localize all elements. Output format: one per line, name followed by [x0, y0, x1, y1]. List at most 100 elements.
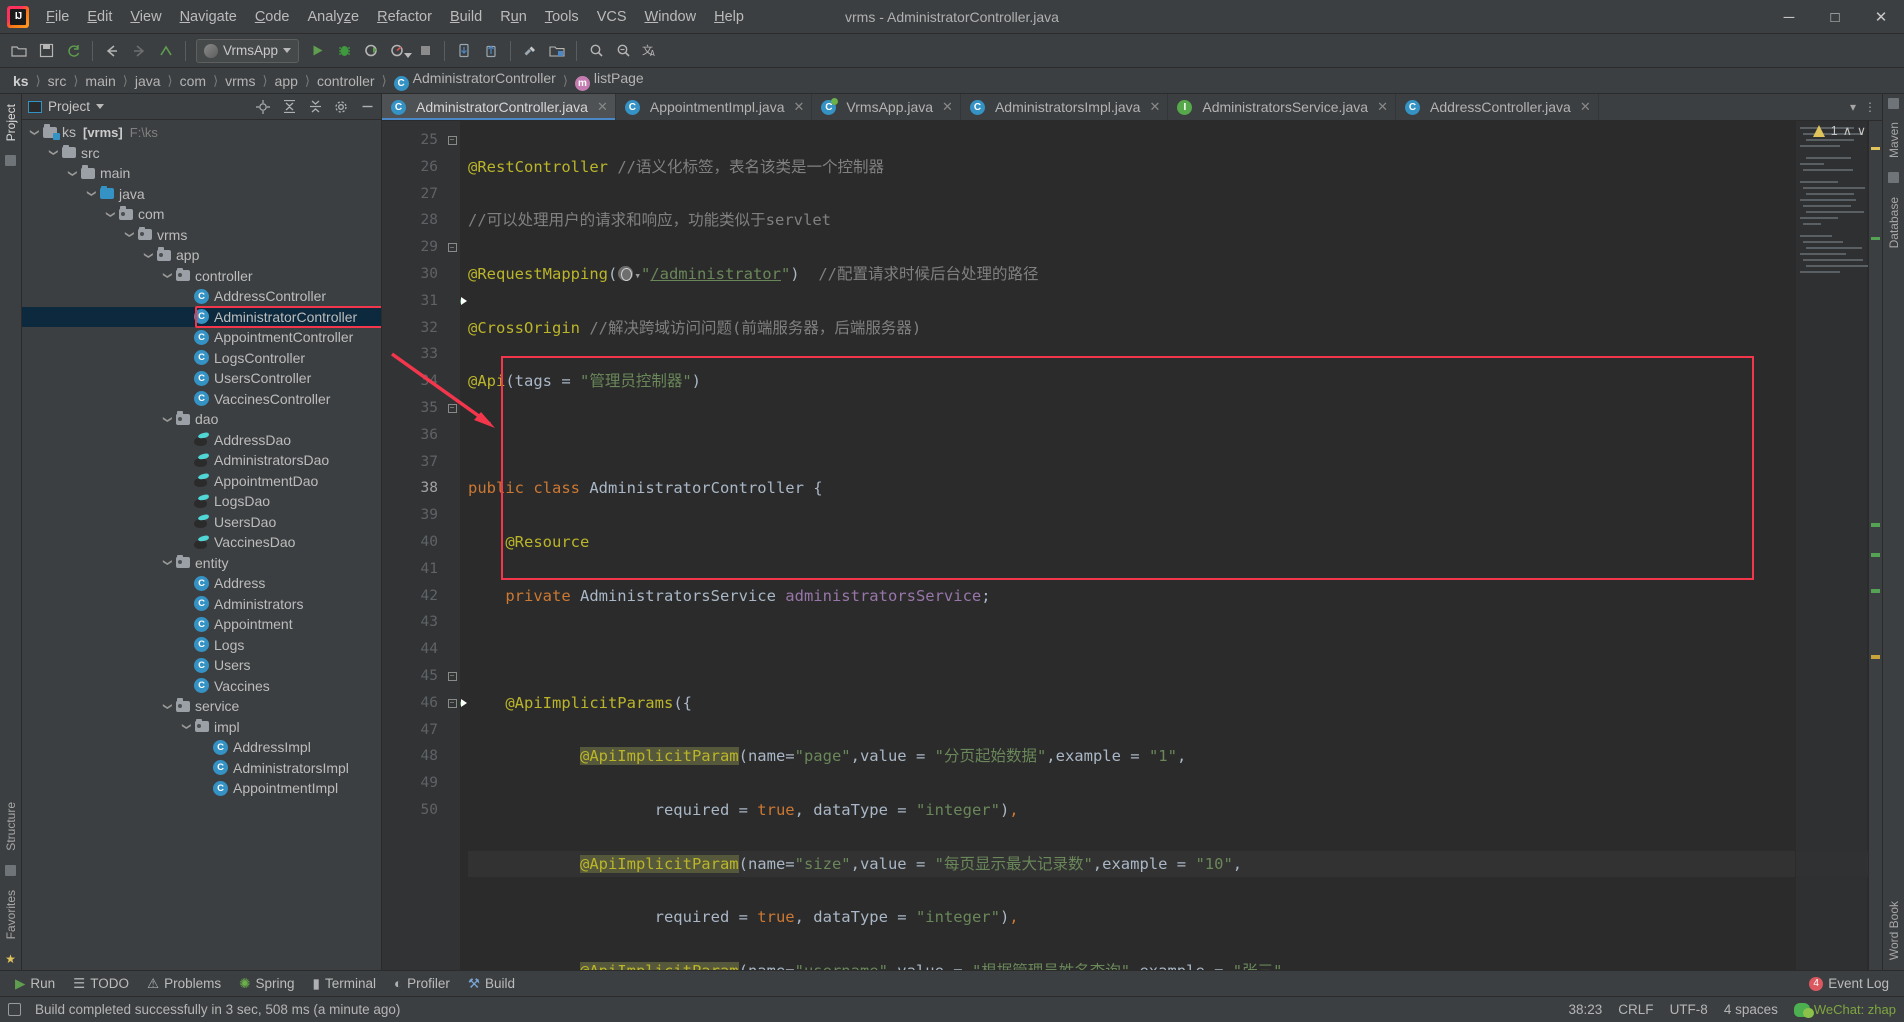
- tree-item-AppointmentDao[interactable]: AppointmentDao: [22, 471, 381, 492]
- bottom-tab-event-log[interactable]: 4 Event Log: [1800, 974, 1898, 993]
- close-icon[interactable]: ✕: [597, 99, 608, 115]
- close-icon[interactable]: ✕: [942, 99, 953, 115]
- bottom-tab-terminal[interactable]: ▮ Terminal: [304, 974, 385, 994]
- tool-window-favorites[interactable]: Favorites: [2, 884, 20, 945]
- tree-item-VaccinesController[interactable]: C VaccinesController: [22, 389, 381, 410]
- expand-all-icon[interactable]: [281, 99, 297, 115]
- breadcrumb-item-ks[interactable]: ks: [10, 72, 32, 90]
- minimize-button[interactable]: ─: [1766, 0, 1812, 34]
- menu-vcs[interactable]: VCS: [588, 4, 636, 30]
- tree-item-LogsDao[interactable]: LogsDao: [22, 491, 381, 512]
- close-button[interactable]: ✕: [1858, 0, 1904, 34]
- tree-item-AdministratorsImpl[interactable]: C AdministratorsImpl: [22, 758, 381, 779]
- close-icon[interactable]: ✕: [1377, 99, 1388, 115]
- bottom-tab-problems[interactable]: ⚠ Problems: [138, 974, 230, 994]
- tab-AdministratorsImpl[interactable]: C AdministratorsImpl.java ✕: [961, 94, 1169, 120]
- status-info-icon[interactable]: [8, 1003, 21, 1016]
- bottom-tab-run[interactable]: ▶ Run: [6, 974, 64, 994]
- menu-code[interactable]: Code: [246, 4, 299, 30]
- tool-window-database[interactable]: Database: [1885, 191, 1903, 254]
- breadcrumb-item-controller[interactable]: controller: [314, 72, 378, 90]
- tool-window-project[interactable]: Project: [2, 98, 20, 147]
- run-button[interactable]: [304, 38, 330, 64]
- chevron-down-icon[interactable]: ❯: [105, 208, 116, 221]
- chevron-down-icon[interactable]: ❯: [162, 700, 173, 713]
- fold-collapse-icon[interactable]: −: [444, 127, 460, 154]
- fold-collapse-icon[interactable]: −: [444, 663, 460, 690]
- menu-build[interactable]: Build: [441, 4, 491, 30]
- tree-item-impl[interactable]: ❯ impl: [22, 717, 381, 738]
- tree-item-AdministratorsDao[interactable]: AdministratorsDao: [22, 450, 381, 471]
- breadcrumb-item-com[interactable]: com: [177, 72, 209, 90]
- prev-problem-icon[interactable]: ∧: [1843, 123, 1852, 138]
- tree-item-AppointmentController[interactable]: C AppointmentController: [22, 327, 381, 348]
- tab-AdministratorsService[interactable]: I AdministratorsService.java ✕: [1168, 94, 1396, 120]
- menu-view[interactable]: View: [121, 4, 170, 30]
- tree-item-controller[interactable]: ❯ controller: [22, 266, 381, 287]
- tree-item-AddressDao[interactable]: AddressDao: [22, 430, 381, 451]
- bottom-tab-build[interactable]: ⚒ Build: [459, 974, 524, 994]
- update-app-icon[interactable]: [478, 38, 504, 64]
- chevron-down-icon[interactable]: [96, 104, 105, 109]
- tree-item-Administrators[interactable]: C Administrators: [22, 594, 381, 615]
- forward-icon[interactable]: [126, 38, 152, 64]
- chevron-down-icon[interactable]: ❯: [48, 146, 59, 159]
- chevron-down-icon[interactable]: ❯: [162, 413, 173, 426]
- code-minimap[interactable]: [1795, 121, 1868, 970]
- chevron-down-icon[interactable]: ❯: [86, 187, 97, 200]
- fold-collapse-icon[interactable]: −: [444, 234, 460, 261]
- close-icon[interactable]: ✕: [1580, 99, 1591, 115]
- save-icon[interactable]: [33, 38, 59, 64]
- tree-item-entity[interactable]: ❯ entity: [22, 553, 381, 574]
- tree-item-UsersController[interactable]: C UsersController: [22, 368, 381, 389]
- more-tabs-icon[interactable]: ⋮: [1864, 100, 1876, 114]
- menu-navigate[interactable]: Navigate: [171, 4, 246, 30]
- find-icon[interactable]: [610, 38, 636, 64]
- tree-item-ks[interactable]: ❯ ks [vrms] F:\ks: [22, 122, 381, 143]
- inspection-widget[interactable]: 1 ∧ ∨: [1812, 123, 1866, 138]
- fold-collapse-icon[interactable]: −: [444, 690, 460, 717]
- project-tree[interactable]: ❯ ks [vrms] F:\ks ❯ src ❯ main ❯ java ❯ com ❯ vrms ❯ ap…: [22, 120, 381, 970]
- gear-icon[interactable]: [333, 99, 349, 115]
- menu-help[interactable]: Help: [705, 4, 753, 30]
- tree-item-Logs[interactable]: C Logs: [22, 635, 381, 656]
- caret-position[interactable]: 38:23: [1569, 1002, 1603, 1017]
- tree-item-AddressImpl[interactable]: C AddressImpl: [22, 737, 381, 758]
- translate-icon[interactable]: 文A: [637, 38, 663, 64]
- sync-icon[interactable]: [60, 38, 86, 64]
- menu-window[interactable]: Window: [636, 4, 706, 30]
- breadcrumb-item-method[interactable]: m listPage: [572, 69, 647, 92]
- tree-item-Address[interactable]: C Address: [22, 573, 381, 594]
- tree-item-app[interactable]: ❯ app: [22, 245, 381, 266]
- tree-item-LogsController[interactable]: C LogsController: [22, 348, 381, 369]
- chevron-down-icon[interactable]: ❯: [124, 228, 135, 241]
- breadcrumb-item-app[interactable]: app: [272, 72, 301, 90]
- tree-item-AppointmentImpl[interactable]: C AppointmentImpl: [22, 778, 381, 799]
- tab-AdministratorController[interactable]: C AdministratorController.java ✕: [382, 94, 616, 120]
- line-separator[interactable]: CRLF: [1618, 1002, 1653, 1017]
- file-encoding[interactable]: UTF-8: [1670, 1002, 1708, 1017]
- bottom-tab-profiler[interactable]: ◐ Profiler: [385, 974, 459, 993]
- editor-tab-bar[interactable]: C AdministratorController.java ✕ C Appoi…: [382, 94, 1882, 121]
- run-with-coverage-button[interactable]: [358, 38, 384, 64]
- tree-item-java[interactable]: ❯ java: [22, 184, 381, 205]
- tree-item-main[interactable]: ❯ main: [22, 163, 381, 184]
- profile-button[interactable]: [385, 38, 413, 64]
- open-folder-icon[interactable]: [6, 38, 32, 64]
- code-folding-strip[interactable]: − − − − −: [444, 121, 460, 970]
- maximize-button[interactable]: □: [1812, 0, 1858, 34]
- menu-edit[interactable]: Edit: [78, 4, 121, 30]
- tree-item-vrms[interactable]: ❯ vrms: [22, 225, 381, 246]
- tab-AddressController[interactable]: C AddressController.java ✕: [1396, 94, 1599, 120]
- next-problem-icon[interactable]: ∨: [1857, 123, 1866, 138]
- fold-collapse-icon[interactable]: −: [444, 395, 460, 422]
- breadcrumb-item-class[interactable]: C AdministratorController: [391, 69, 559, 92]
- breadcrumb-item-src[interactable]: src: [45, 72, 70, 90]
- tree-item-AdministratorController[interactable]: C AdministratorController: [22, 306, 381, 327]
- breadcrumb-item-main[interactable]: main: [82, 72, 118, 90]
- chevron-down-icon[interactable]: ❯: [143, 249, 154, 262]
- wechat-widget[interactable]: WeChat: zhap: [1793, 1002, 1896, 1018]
- tree-item-dao[interactable]: ❯ dao: [22, 409, 381, 430]
- tree-item-VaccinesDao[interactable]: VaccinesDao: [22, 532, 381, 553]
- menu-run[interactable]: Run: [491, 4, 536, 30]
